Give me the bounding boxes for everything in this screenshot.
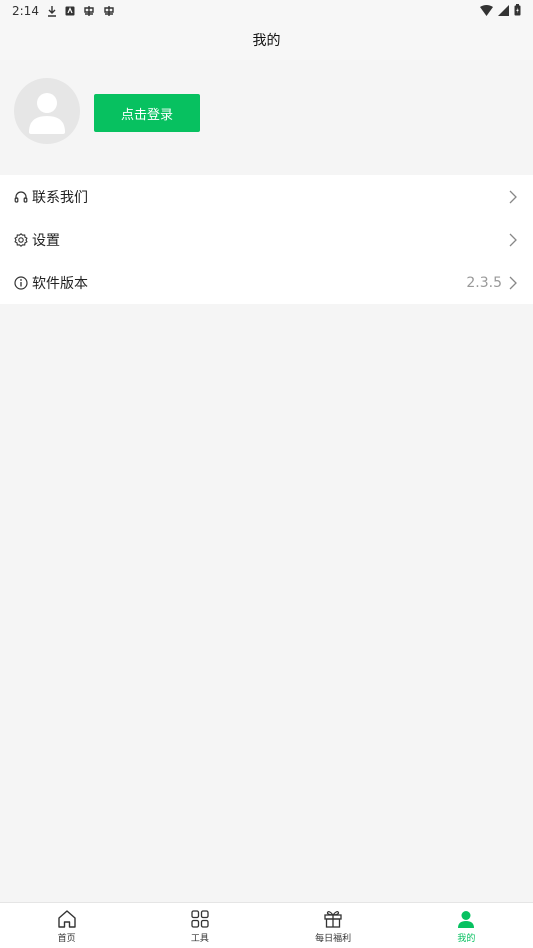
status-right <box>480 4 521 16</box>
status-bar: 2:14 <box>0 0 533 22</box>
menu-item-label: 软件版本 <box>32 275 88 292</box>
menu-item-label: 联系我们 <box>32 189 88 206</box>
bug-icon <box>104 6 114 16</box>
bug-icon <box>84 6 94 16</box>
battery-icon <box>514 4 521 16</box>
menu-item-label: 设置 <box>32 232 60 249</box>
profile-section: 点击登录 <box>0 60 533 175</box>
login-button[interactable]: 点击登录 <box>94 94 200 132</box>
nav-label: 工具 <box>190 934 209 944</box>
page-title: 我的 <box>252 33 281 49</box>
version-value: 2.3.5 <box>466 274 502 291</box>
wifi-icon <box>480 4 493 16</box>
headset-icon <box>14 190 28 203</box>
chevron-right-icon <box>509 190 517 203</box>
header: 我的 <box>0 22 533 60</box>
gift-icon <box>324 911 342 928</box>
status-left: 2:14 <box>12 4 115 18</box>
nav-label: 每日福利 <box>315 934 352 944</box>
avatar[interactable] <box>14 78 80 144</box>
status-time: 2:14 <box>12 4 39 18</box>
info-icon <box>14 275 28 290</box>
signal-icon <box>498 4 509 16</box>
download-icon <box>47 6 56 17</box>
nav-item-tools[interactable]: 工具 <box>133 903 266 948</box>
chevron-right-icon <box>509 233 517 246</box>
grid-icon <box>191 910 209 928</box>
nav-label: 首页 <box>57 934 76 944</box>
menu-item-settings[interactable]: 设置 <box>0 218 533 261</box>
menu-list: 联系我们 设置 软件版本 2.3.5 <box>0 175 533 304</box>
nav-item-daily-welfare[interactable]: 每日福利 <box>267 903 400 948</box>
home-icon <box>57 910 76 928</box>
menu-item-contact[interactable]: 联系我们 <box>0 175 533 218</box>
gear-icon <box>14 232 28 247</box>
person-icon <box>458 911 475 928</box>
nav-label: 我的 <box>457 934 476 944</box>
menu-item-version[interactable]: 软件版本 2.3.5 <box>0 261 533 304</box>
notification-icon <box>65 6 75 16</box>
user-placeholder-icon <box>29 93 65 134</box>
nav-item-home[interactable]: 首页 <box>0 903 133 948</box>
bottom-nav: 首页 工具 每日福利 我的 <box>0 902 533 948</box>
nav-item-mine[interactable]: 我的 <box>400 903 533 948</box>
chevron-right-icon <box>509 276 517 289</box>
